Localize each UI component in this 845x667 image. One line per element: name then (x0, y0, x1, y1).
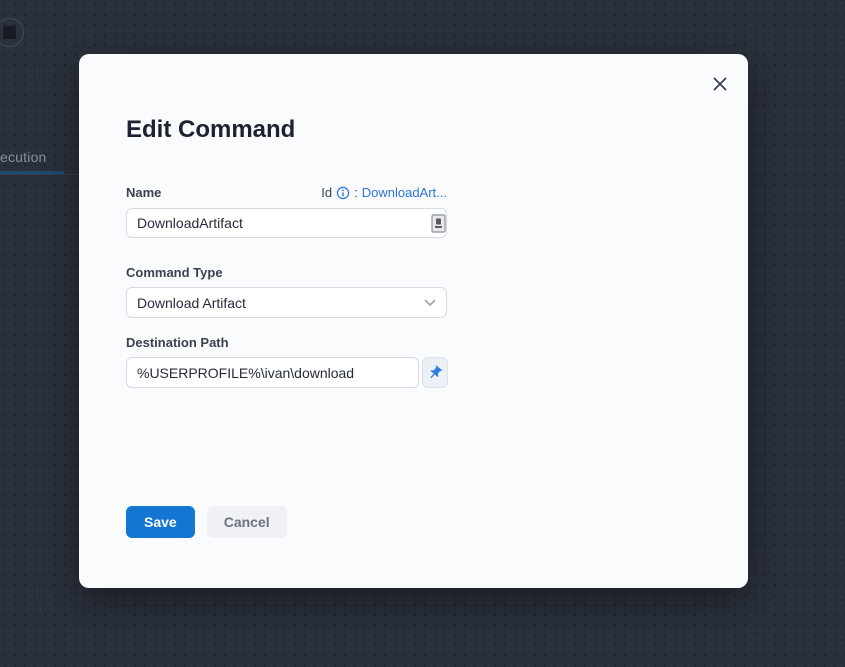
modal-title: Edit Command (126, 116, 295, 144)
stop-icon (3, 26, 16, 39)
close-button[interactable] (703, 67, 737, 101)
info-icon[interactable] (336, 186, 350, 200)
tab-bar-divider (0, 174, 79, 175)
tab-execution[interactable]: ecution (0, 149, 47, 165)
pushpin-icon (424, 361, 447, 384)
edit-command-modal: Edit Command Name Id : DownloadArt... Co… (79, 54, 748, 588)
id-group: Id : DownloadArt... (321, 185, 447, 200)
cancel-button[interactable]: Cancel (207, 506, 287, 538)
id-colon: : (354, 185, 358, 200)
name-label: Name (126, 185, 161, 200)
name-input[interactable] (126, 208, 447, 238)
id-value-link[interactable]: DownloadArt... (362, 185, 447, 200)
autofill-icon[interactable] (431, 214, 446, 233)
command-type-label: Command Type (126, 265, 223, 280)
save-button[interactable]: Save (126, 506, 195, 538)
stop-button[interactable] (0, 18, 24, 47)
modal-footer: Save Cancel (126, 506, 287, 538)
close-icon (712, 76, 728, 92)
chevron-down-icon (424, 299, 436, 307)
command-type-select[interactable]: Download Artifact (126, 287, 447, 318)
name-field-header: Name Id : DownloadArt... (126, 185, 447, 200)
destination-path-label: Destination Path (126, 335, 229, 350)
id-label: Id (321, 185, 332, 200)
pin-button[interactable] (422, 357, 448, 388)
command-type-value: Download Artifact (137, 295, 246, 311)
destination-path-input[interactable] (126, 357, 419, 388)
